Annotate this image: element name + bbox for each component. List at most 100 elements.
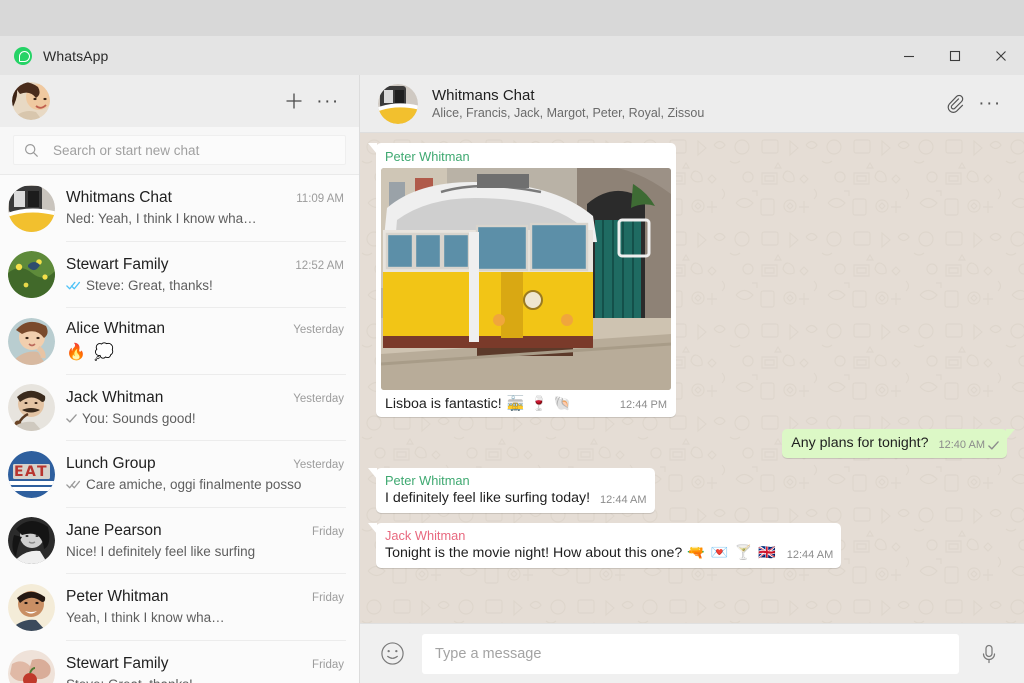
message-text-row: I definitely feel like surfing today! 12:… [385, 489, 647, 507]
message-text-emoji: 🔫 💌 🍸 🇬🇧 [682, 545, 777, 561]
microphone-icon[interactable] [971, 636, 1007, 672]
message-row: Peter Whitman Lisboa is fantastic! 🚋 🍷 🐚… [368, 143, 1007, 417]
attach-icon[interactable] [936, 86, 972, 122]
new-chat-button[interactable] [277, 84, 311, 118]
delivered-check-icon [66, 413, 77, 424]
chat-item-content: Peter Whitman Friday Yeah, I think I know … [66, 574, 346, 641]
chat-item-name: Whitmans Chat [66, 189, 172, 207]
chat-item-top-row: Alice Whitman Yesterday [66, 320, 344, 338]
chat-item-time: Yesterday [293, 323, 344, 336]
conversation-title: Whitmans Chat [432, 87, 535, 104]
message-list[interactable]: Peter Whitman Lisboa is fantastic! 🚋 🍷 🐚… [360, 133, 1024, 623]
delivered-check-icon [66, 479, 81, 490]
chat-item-bottom-row: 🔥 💭 [66, 342, 344, 362]
message-caption-row: Lisboa is fantastic! 🚋 🍷 🐚 12:44 PM [381, 390, 671, 413]
svg-text:A: A [25, 464, 36, 480]
message-timestamp: 12:44 PM [619, 399, 667, 411]
chat-list-item[interactable]: EAT Lunch Group Yesterday Care amiche, ogg… [0, 441, 359, 508]
chat-list-item[interactable]: Stewart Family 12:52 AM Steve: Great, than… [0, 242, 359, 308]
chat-item-time: 12:52 AM [295, 259, 344, 272]
chat-list-item[interactable]: Alice Whitman Yesterday 🔥 💭 [0, 308, 359, 375]
sidebar-header: ··· [0, 75, 359, 127]
message-input[interactable] [435, 645, 946, 662]
peter-avatar [8, 583, 55, 631]
chat-item-content: Whitmans Chat 11:09 AM Ned: Yeah, I think … [66, 175, 346, 242]
search-input[interactable] [53, 142, 335, 158]
conversation-avatar[interactable] [378, 83, 418, 124]
chat-item-time: Yesterday [293, 459, 344, 472]
chat-item-top-row: Jane Pearson Friday [66, 522, 344, 540]
minimize-button[interactable] [886, 36, 932, 75]
chat-item-name: Stewart Family [66, 654, 169, 672]
message-text-content: Tonight is the movie night! How about th… [385, 545, 683, 561]
chat-item-content: Jack Whitman Yesterday You: Sounds good! [66, 375, 346, 441]
chat-item-content: Stewart Family 12:52 AM Steve: Great, than… [66, 242, 346, 308]
chat-item-bottom-row: Yeah, I think I know wha… [66, 610, 344, 625]
jane-avatar [8, 517, 55, 565]
chat-list[interactable]: Whitmans Chat 11:09 AM Ned: Yeah, I think … [0, 175, 359, 683]
message-row: Jack Whitman Tonight is the movie night! … [367, 523, 1007, 568]
search-box[interactable] [13, 135, 346, 165]
window-body: ··· Whitmans Chat 11:09 AM Ned: Yeah, I th… [0, 75, 1024, 683]
conversation-menu-button[interactable]: ··· [972, 86, 1008, 122]
chat-list-item[interactable]: Jane Pearson Friday Nice! I definitely fee… [0, 508, 359, 574]
maximize-button[interactable] [932, 36, 978, 75]
whatsapp-window: WhatsApp ··· Search or start new chat Wh… [0, 36, 1024, 683]
my-profile-avatar[interactable] [12, 82, 50, 120]
chat-item-bottom-row: Care amiche, oggi finalmente posso [66, 477, 344, 492]
chat-item-content: Jane Pearson Friday Nice! I definitely fee… [66, 508, 346, 574]
sidebar-menu-button[interactable]: ··· [311, 84, 345, 118]
chat-item-bottom-row: Ned: Yeah, I think I know wha… [66, 211, 344, 226]
message-sender-name: Peter Whitman [385, 473, 470, 488]
svg-text:T: T [37, 464, 47, 480]
chat-item-snippet: You: Sounds good! [82, 410, 196, 426]
conversation-participants: Alice, Francis, Jack, Margot, Peter, Roy… [432, 106, 705, 120]
chat-item-name: Jane Pearson [66, 521, 162, 539]
message-caption: Lisboa is fantastic! 🚋 🍷 🐚 [385, 396, 610, 412]
chat-list-item[interactable]: Peter Whitman Friday Yeah, I think I know … [0, 574, 359, 641]
message-bubble[interactable]: Peter Whitman I definitely feel like surf… [368, 468, 655, 513]
chat-item-snippet: Steve: Great, thanks! [86, 277, 213, 293]
message-sender-name: Jack Whitman [385, 528, 466, 543]
message-timestamp: 12:40 AM [938, 439, 985, 451]
message-text-content: Any plans for tonight? [791, 435, 929, 451]
message-bubble[interactable]: Peter Whitman Lisboa is fantastic! 🚋 🍷 🐚… [368, 143, 676, 417]
message-composer [360, 623, 1024, 683]
message-bubble[interactable]: Jack Whitman Tonight is the movie night! … [367, 523, 842, 568]
chat-item-name: Peter Whitman [66, 588, 169, 606]
lisbon-tram-photo[interactable] [381, 168, 671, 390]
hands-avatar [8, 650, 55, 683]
search-bar [0, 127, 359, 175]
message-meta: 12:44 AM [787, 549, 833, 561]
tram-avatar [8, 184, 55, 232]
eat-avatar: EAT [8, 450, 55, 498]
smiley-icon[interactable] [374, 636, 410, 672]
chat-list-item[interactable]: Jack Whitman Yesterday You: Sounds good! [0, 375, 359, 441]
whatsapp-logo-icon [14, 46, 32, 65]
message-meta: 12:40 AM [939, 439, 999, 451]
message-timestamp: 12:44 AM [600, 494, 647, 506]
chat-item-bottom-row: You: Sounds good! [66, 411, 344, 426]
flowers-avatar [8, 251, 55, 299]
chat-item-top-row: Stewart Family 12:52 AM [66, 256, 344, 274]
message-text: Tonight is the movie night! How about th… [385, 544, 777, 562]
alice-avatar [8, 317, 55, 365]
message-caption-emoji: 🚋 🍷 🐚 [501, 396, 573, 412]
svg-text:E: E [14, 464, 24, 480]
message-meta: 12:44 PM [620, 399, 667, 411]
message-input-wrap[interactable] [422, 633, 959, 674]
chat-item-snippet: Ned: Yeah, I think I know wha… [66, 211, 257, 227]
message-bubble[interactable]: Any plans for tonight? 12:40 AM [782, 429, 1015, 458]
chat-list-item[interactable]: Whitmans Chat 11:09 AM Ned: Yeah, I think … [0, 175, 359, 242]
chat-item-name: Stewart Family [66, 255, 169, 273]
chat-list-item[interactable]: Stewart Family Friday Steve: Great, thanks… [0, 641, 359, 683]
message-row: Peter Whitman I definitely feel like surf… [368, 468, 1007, 513]
chat-item-top-row: Peter Whitman Friday [66, 588, 344, 606]
conversation-panel: Whitmans Chat Alice, Francis, Jack, Marg… [360, 75, 1024, 683]
message-text-row: Tonight is the movie night! How about th… [385, 544, 833, 562]
chat-item-content: Alice Whitman Yesterday 🔥 💭 [66, 308, 346, 375]
close-button[interactable] [978, 36, 1024, 75]
chat-item-time: Friday [312, 658, 344, 671]
chat-item-content: Lunch Group Yesterday Care amiche, oggi fi… [66, 441, 346, 508]
messages-container: Peter Whitman Lisboa is fantastic! 🚋 🍷 🐚… [367, 143, 1015, 568]
